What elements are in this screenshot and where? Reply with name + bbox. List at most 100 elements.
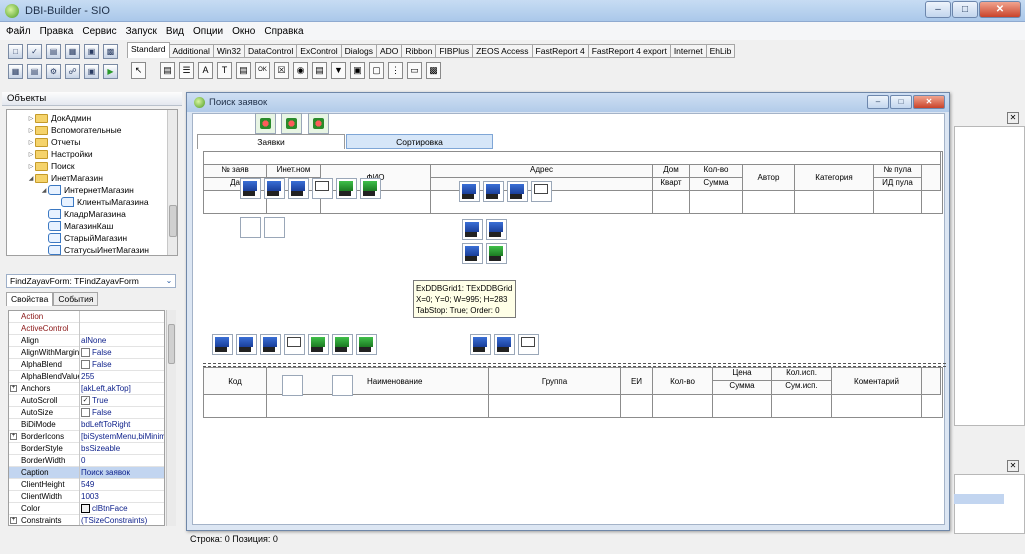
- datasource-icon[interactable]: [240, 178, 261, 199]
- grid-cell[interactable]: [489, 395, 621, 417]
- property-row[interactable]: ClientWidth 1003: [9, 491, 164, 503]
- palette-tab-win32[interactable]: Win32: [213, 44, 245, 58]
- db-action-icon[interactable]: [281, 113, 302, 134]
- datasource-icon[interactable]: [212, 334, 233, 355]
- property-row[interactable]: + Anchors [akLeft,akTop]: [9, 383, 164, 395]
- db-action-icon[interactable]: [308, 113, 329, 134]
- grid-cell[interactable]: [653, 395, 713, 417]
- col-header-sumisp[interactable]: Сум.исп.: [772, 381, 832, 395]
- tree-item[interactable]: КладрМагазина: [40, 208, 126, 220]
- stored-proc-icon[interactable]: [360, 178, 381, 199]
- db-action-icon[interactable]: [255, 113, 276, 134]
- button-icon[interactable]: OK: [255, 61, 270, 79]
- datasource-icon[interactable]: [462, 219, 483, 240]
- property-row[interactable]: Align alNone: [9, 335, 164, 347]
- datasource-icon[interactable]: [236, 334, 257, 355]
- palette-tab-zeos[interactable]: ZEOS Access: [473, 44, 533, 58]
- grid-cell[interactable]: [832, 395, 922, 417]
- menu-options[interactable]: Опции: [193, 26, 223, 37]
- col-header-ei[interactable]: ЕИ: [621, 368, 653, 395]
- save-icon[interactable]: ▣: [84, 43, 99, 59]
- property-row[interactable]: AutoSize False: [9, 407, 164, 419]
- property-row[interactable]: BorderStyle bsSizeable: [9, 443, 164, 455]
- palette-tab-fastreport[interactable]: FastReport 4: [532, 44, 589, 58]
- palette-tab-ehlib[interactable]: EhLib: [706, 44, 736, 58]
- property-row[interactable]: AlphaBlendValue 255: [9, 371, 164, 383]
- pointer-component-icon[interactable]: [332, 375, 353, 396]
- palette-tab-internet[interactable]: Internet: [670, 44, 707, 58]
- palette-tab-datacontrol[interactable]: DataControl: [244, 44, 298, 58]
- check-icon[interactable]: ✓: [27, 43, 42, 59]
- col-header-kolvo[interactable]: Кол-во: [690, 165, 743, 178]
- save-all-icon[interactable]: ▩: [103, 43, 118, 59]
- arrow-query-icon[interactable]: [312, 178, 333, 199]
- scrollbar-icon[interactable]: ▣: [350, 61, 365, 79]
- tree-item[interactable]: СтарыйМагазин: [40, 232, 127, 244]
- col-header-dom[interactable]: Дом: [653, 165, 690, 178]
- grid-cell[interactable]: [653, 191, 690, 213]
- col-header-address[interactable]: Адрес: [431, 165, 653, 178]
- arrow-query-icon[interactable]: [284, 334, 305, 355]
- document-icon[interactable]: ▦: [65, 43, 80, 59]
- datasource-icon[interactable]: [494, 334, 515, 355]
- tools-icon[interactable]: ⚙: [46, 63, 61, 79]
- tree-item[interactable]: ◢ ИнтернетМагазин: [40, 184, 134, 196]
- tab-zayavki[interactable]: Заявки: [197, 134, 345, 149]
- datasource-icon[interactable]: [462, 243, 483, 264]
- menu-run[interactable]: Запуск: [126, 26, 157, 37]
- checkbox[interactable]: [81, 360, 90, 369]
- palette-tab-standard[interactable]: Standard: [127, 42, 170, 58]
- menu-window[interactable]: Окно: [232, 26, 255, 37]
- property-row[interactable]: AlphaBlend False: [9, 359, 164, 371]
- palette-tab-dialogs[interactable]: Dialogs: [341, 44, 377, 58]
- checkbox[interactable]: [81, 348, 90, 357]
- tree-item[interactable]: ▷ Поиск: [27, 160, 75, 172]
- close-button[interactable]: ✕: [913, 95, 945, 109]
- col-header-kolvo[interactable]: Кол-во: [653, 368, 713, 395]
- property-row[interactable]: ActiveControl: [9, 323, 164, 335]
- maximize-button[interactable]: □: [890, 95, 912, 109]
- checkbox[interactable]: [81, 408, 90, 417]
- col-header-komentariy[interactable]: Коментарий: [832, 368, 922, 395]
- mainmenu-component-icon[interactable]: [240, 217, 261, 238]
- col-header-kategoriya[interactable]: Категория: [795, 165, 874, 191]
- grid-icon[interactable]: ▦: [8, 63, 23, 79]
- palette-tab-fastreport-export[interactable]: FastReport 4 export: [588, 44, 671, 58]
- expand-icon[interactable]: +: [10, 517, 17, 524]
- grid-cell[interactable]: [772, 395, 832, 417]
- checkbox-icon[interactable]: ☒: [274, 61, 289, 79]
- close-button[interactable]: ✕: [979, 1, 1021, 18]
- property-row[interactable]: AlignWithMargins False: [9, 347, 164, 359]
- menu-view[interactable]: Вид: [166, 26, 184, 37]
- col-header-nzayav[interactable]: № заяв: [204, 165, 267, 178]
- palette-tab-ribbon[interactable]: Ribbon: [402, 44, 437, 58]
- menu-file[interactable]: Файл: [6, 26, 31, 37]
- maximize-button[interactable]: □: [952, 1, 978, 18]
- combobox-icon[interactable]: ▼: [331, 61, 346, 79]
- datasource-icon[interactable]: [264, 178, 285, 199]
- grid-cell[interactable]: [795, 191, 874, 213]
- grid-cell[interactable]: [713, 395, 772, 417]
- datasource-icon[interactable]: [260, 334, 281, 355]
- grid-cell[interactable]: [690, 191, 743, 213]
- datasource-icon[interactable]: [507, 181, 528, 202]
- datasource-icon[interactable]: [483, 181, 504, 202]
- stored-proc-icon[interactable]: [308, 334, 329, 355]
- mainmenu-icon[interactable]: ▤: [160, 61, 175, 79]
- col-header-summa[interactable]: Сумма: [713, 381, 772, 395]
- palette-tab-ado[interactable]: ADO: [376, 44, 403, 58]
- memo-icon[interactable]: ▤: [236, 61, 251, 79]
- open-icon[interactable]: □: [8, 43, 23, 59]
- palette-tab-additional[interactable]: Additional: [169, 44, 214, 58]
- grid-cell[interactable]: [621, 395, 653, 417]
- run-icon[interactable]: ▶: [103, 63, 118, 79]
- datasource-icon[interactable]: [459, 181, 480, 202]
- tree-item[interactable]: ◢ ИнетМагазин: [27, 172, 103, 184]
- pointer-icon[interactable]: ↖: [131, 61, 146, 79]
- palette-tab-excontrol[interactable]: ExControl: [297, 44, 342, 58]
- pointer-component-icon[interactable]: [264, 217, 285, 238]
- palette-tab-fibplus[interactable]: FIBPlus: [436, 44, 474, 58]
- radiogroup-icon[interactable]: ⋮: [388, 61, 403, 79]
- new-form-icon[interactable]: ▤: [46, 43, 61, 59]
- stored-proc-icon[interactable]: [332, 334, 353, 355]
